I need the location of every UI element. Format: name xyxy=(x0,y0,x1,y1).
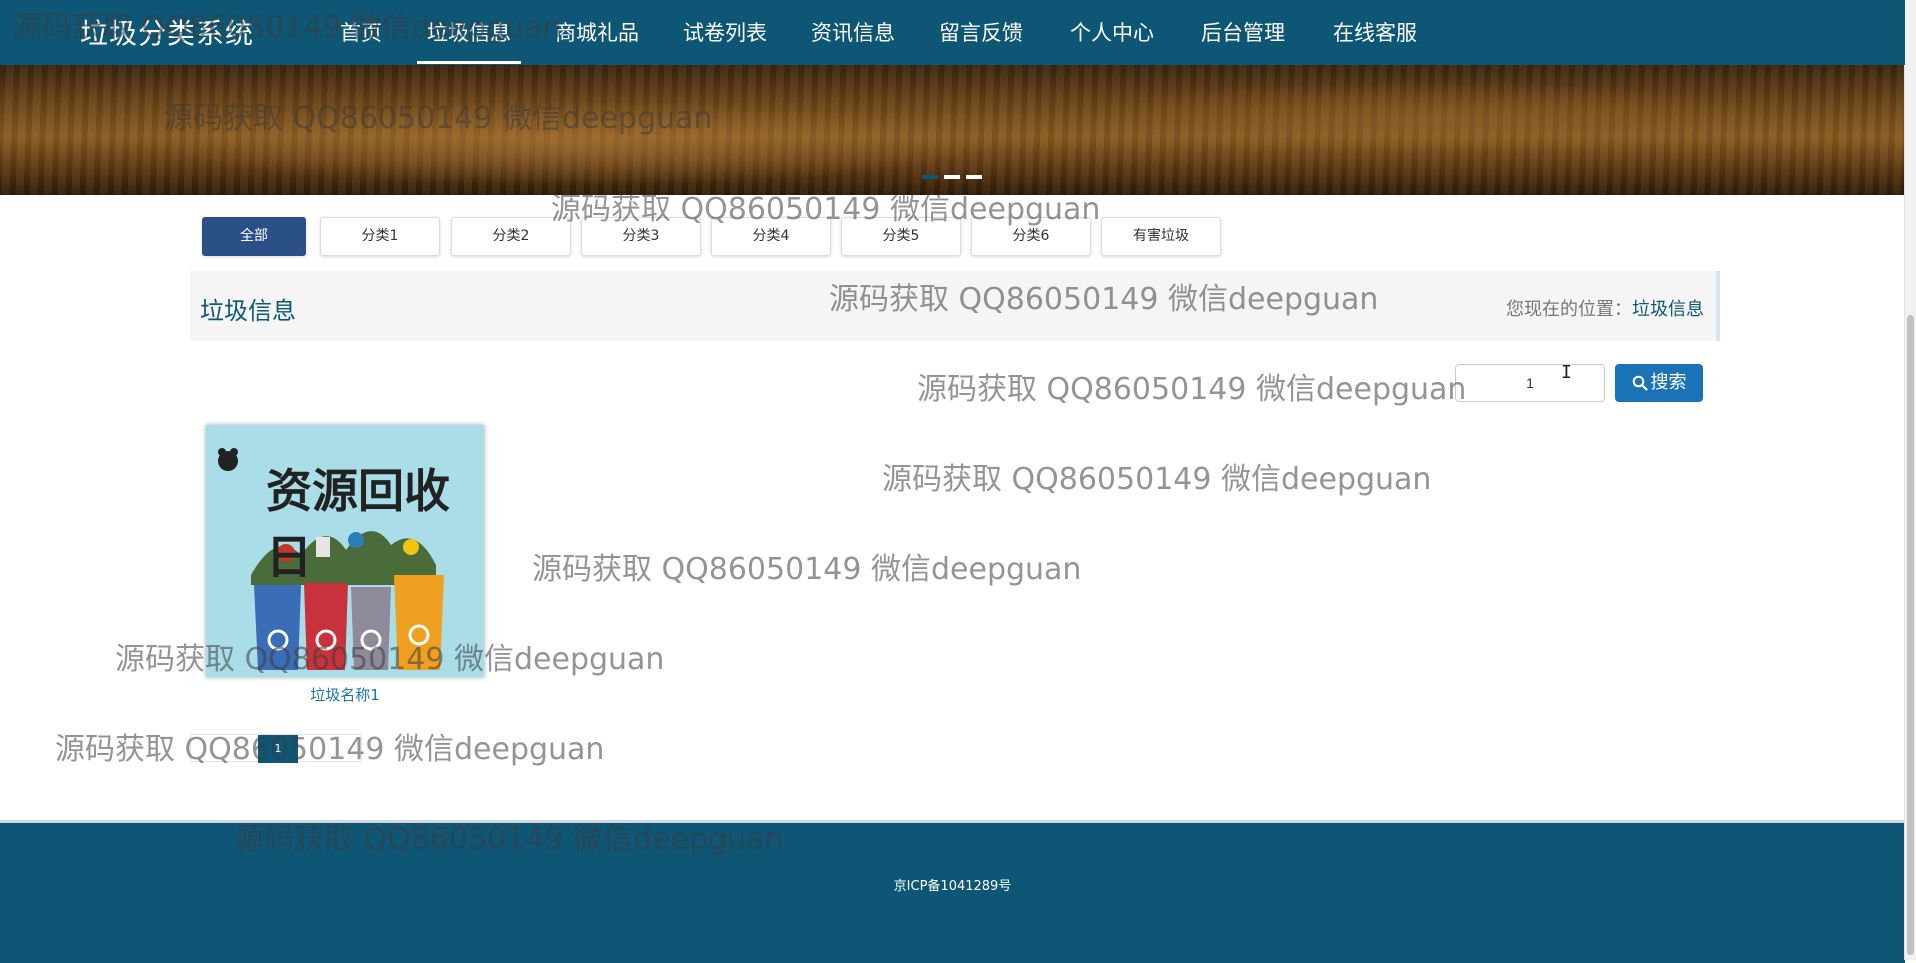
category-hazardous-button[interactable]: 有害垃圾 xyxy=(1101,217,1221,256)
category-2-button[interactable]: 分类2 xyxy=(451,217,571,256)
nav-home[interactable]: 首页 xyxy=(340,17,382,47)
search-button[interactable]: 搜索 xyxy=(1615,364,1703,402)
category-3-button[interactable]: 分类3 xyxy=(581,217,701,256)
nav-gift-shop[interactable]: 商城礼品 xyxy=(555,17,639,47)
watermark-text: 源码获取 QQ86050149 微信deepguan xyxy=(532,552,1082,587)
search-icon xyxy=(1632,375,1648,391)
category-1-button[interactable]: 分类1 xyxy=(320,217,440,256)
icp-record: 京ICP备1041289号 xyxy=(893,879,1012,894)
page-title: 垃圾信息 xyxy=(200,297,296,325)
top-navbar: 垃圾分类系统 首页 垃圾信息 商城礼品 试卷列表 资讯信息 留言反馈 个人中心 … xyxy=(0,0,1905,65)
carousel-dot-2[interactable] xyxy=(944,175,960,179)
text-cursor-icon: I xyxy=(1561,362,1572,383)
nav-feedback[interactable]: 留言反馈 xyxy=(939,17,1023,47)
garbage-item-image[interactable]: 资源回收日 xyxy=(206,425,484,677)
nav-customer-service[interactable]: 在线客服 xyxy=(1333,17,1417,47)
search-button-label: 搜索 xyxy=(1650,372,1687,393)
card-image-caption: 资源回收日 xyxy=(266,464,450,584)
footer: 京ICP备1041289号 xyxy=(0,820,1905,963)
nav-personal-center[interactable]: 个人中心 xyxy=(1070,17,1154,47)
nav-admin[interactable]: 后台管理 xyxy=(1201,17,1285,47)
category-4-button[interactable]: 分类4 xyxy=(711,217,831,256)
nav-exam-list[interactable]: 试卷列表 xyxy=(683,17,767,47)
carousel-dot-1[interactable] xyxy=(922,175,938,179)
section-header: 垃圾信息 您现在的位置：垃圾信息 xyxy=(190,271,1720,341)
pagination: 1 xyxy=(190,734,362,763)
carousel-indicators xyxy=(922,164,988,183)
nav-garbage-info[interactable]: 垃圾信息 xyxy=(417,17,521,64)
nav-news[interactable]: 资讯信息 xyxy=(811,17,895,47)
category-all-button[interactable]: 全部 xyxy=(202,217,306,256)
breadcrumb: 您现在的位置：垃圾信息 xyxy=(1506,295,1704,321)
breadcrumb-current[interactable]: 垃圾信息 xyxy=(1632,299,1704,320)
scrollbar-thumb[interactable] xyxy=(1907,315,1914,955)
search-input[interactable] xyxy=(1455,364,1605,402)
page-number-current[interactable]: 1 xyxy=(258,735,298,763)
garbage-item-name[interactable]: 垃圾名称1 xyxy=(206,684,484,705)
category-6-button[interactable]: 分类6 xyxy=(971,217,1091,256)
vertical-scrollbar[interactable] xyxy=(1904,0,1916,960)
watermark-text: 源码获取 QQ86050149 微信deepguan xyxy=(882,462,1432,497)
watermark-text: 源码获取 QQ86050149 微信deepguan xyxy=(917,372,1467,407)
banner-carousel xyxy=(0,65,1905,195)
breadcrumb-prefix: 您现在的位置： xyxy=(1506,299,1632,320)
carousel-dot-3[interactable] xyxy=(966,175,982,179)
category-5-button[interactable]: 分类5 xyxy=(841,217,961,256)
site-logo-title[interactable]: 垃圾分类系统 xyxy=(80,12,254,52)
